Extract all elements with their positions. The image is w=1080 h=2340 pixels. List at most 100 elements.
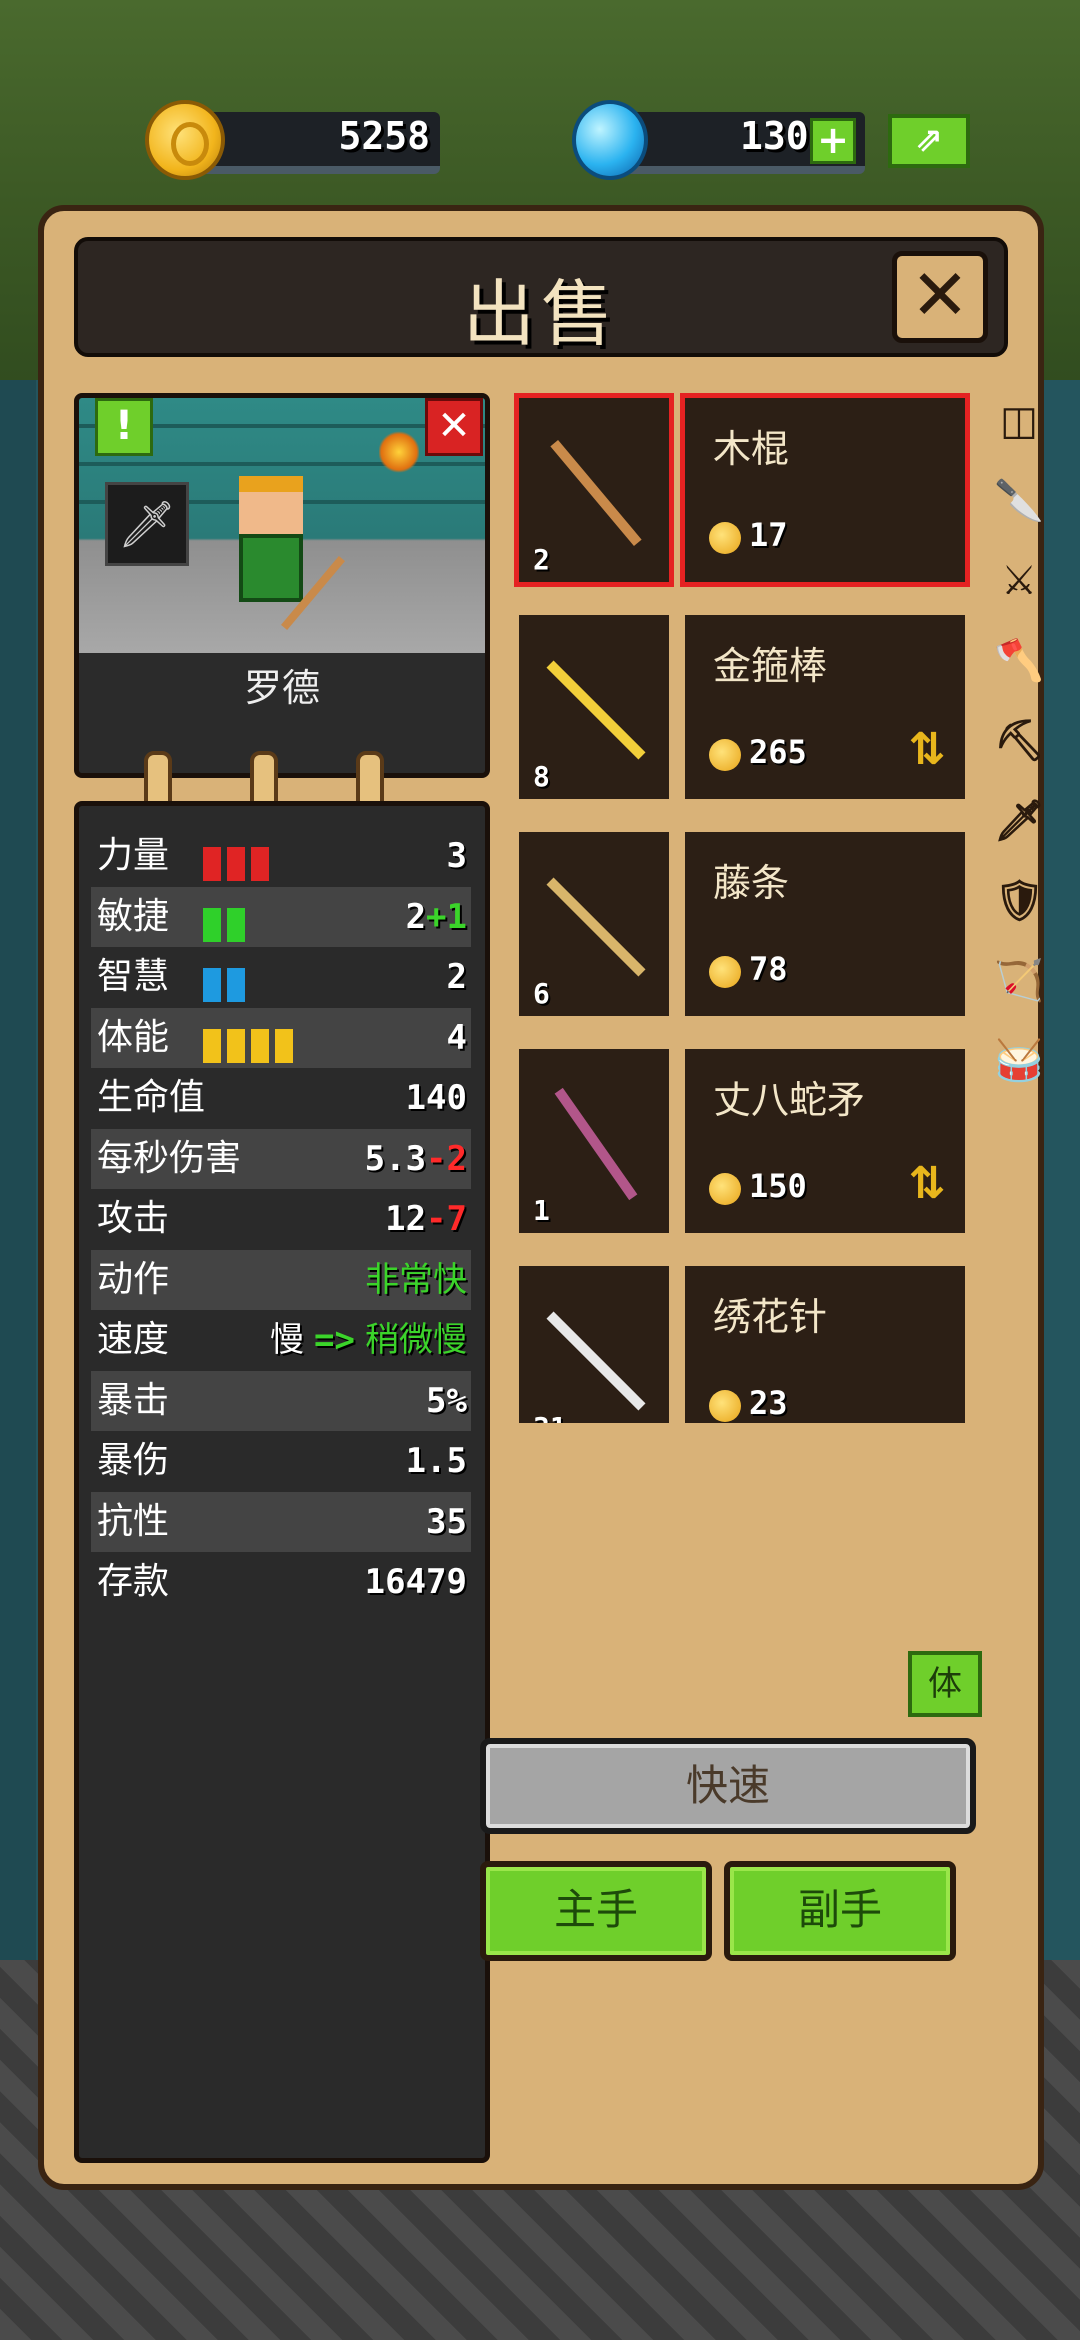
gem-icon: [572, 100, 648, 180]
stat-value: 2: [447, 947, 467, 1007]
stat-number: 3: [446, 836, 467, 876]
item-info-cell[interactable]: 木棍 17: [680, 393, 970, 587]
stat-pips: [203, 901, 251, 942]
filter-icon[interactable]: ⛏: [994, 713, 1045, 769]
item-quantity: 31: [533, 1411, 567, 1423]
stat-label: 攻击: [97, 1198, 170, 1239]
filter-icon[interactable]: ⚔: [994, 553, 1044, 609]
stat-value: 16479: [365, 1552, 467, 1612]
stat-number: 5%: [426, 1380, 467, 1421]
item-info-cell[interactable]: 金箍棒 265 ⇅: [680, 610, 970, 804]
gem-amount: 130: [740, 114, 809, 158]
item-icon-cell[interactable]: 2: [514, 393, 674, 587]
close-button[interactable]: ✕: [892, 251, 988, 343]
stat-label: 暴伤: [97, 1440, 170, 1481]
filter-icon[interactable]: 🛡: [994, 873, 1045, 929]
weapon-icon: [550, 439, 642, 547]
stat-pip: [227, 847, 245, 881]
add-gems-button[interactable]: +: [810, 118, 856, 164]
weapon-icon: [554, 1087, 638, 1201]
item-card[interactable]: 31 绣花针 23: [514, 1261, 974, 1423]
stat-label: 体能: [97, 1016, 170, 1058]
item-price: 23: [749, 1384, 788, 1422]
weapon-icon: [546, 877, 646, 977]
filter-icon[interactable]: 🪓: [994, 633, 1044, 689]
stat-row: 暴伤 1.5: [91, 1431, 471, 1491]
compare-icon[interactable]: ⇅: [907, 1157, 947, 1211]
coin-icon: [709, 1390, 741, 1422]
item-info-cell[interactable]: 绣花针 23: [680, 1261, 970, 1423]
item-price: 150: [749, 1167, 807, 1205]
item-card[interactable]: 8 金箍棒 265 ⇅: [514, 610, 974, 804]
filter-icon[interactable]: 🏹: [994, 953, 1044, 1009]
stat-value: 2+1: [406, 887, 467, 947]
stat-row: 敏捷 2+1: [91, 886, 471, 947]
compare-icon[interactable]: ⇅: [907, 723, 947, 777]
share-button[interactable]: ⇗: [888, 114, 970, 168]
item-name: 丈八蛇矛: [713, 1078, 866, 1122]
filter-icon[interactable]: 🗡: [994, 793, 1045, 849]
item-info-cell[interactable]: 丈八蛇矛 150 ⇅: [680, 1044, 970, 1238]
item-price: 17: [749, 516, 788, 554]
stat-pip: [203, 907, 221, 942]
item-icon-cell[interactable]: 6: [514, 827, 674, 1021]
item-list[interactable]: 2木棍178金箍棒265⇅6藤条781丈八蛇矛150⇅31绣花针231银箍棒13…: [514, 393, 976, 1423]
alert-button[interactable]: !: [95, 398, 153, 456]
quick-sell-button[interactable]: 快速: [480, 1738, 976, 1834]
stat-pip: [251, 847, 269, 881]
main-hand-button[interactable]: 主手: [480, 1861, 712, 1961]
stat-label: 生命值: [97, 1077, 206, 1118]
filter-icon[interactable]: 🥁: [994, 1033, 1044, 1089]
stat-number: 2: [446, 957, 467, 997]
item-card[interactable]: 2 木棍 17: [514, 393, 974, 587]
item-icon-cell[interactable]: 31: [514, 1261, 674, 1423]
coin-icon: [709, 739, 741, 771]
off-hand-button[interactable]: 副手: [724, 1861, 956, 1961]
stat-pip: [227, 907, 245, 942]
item-quantity: 2: [533, 543, 550, 576]
stat-pips: [203, 1022, 299, 1063]
unequip-button[interactable]: ✕: [425, 398, 483, 456]
stat-label: 暴击: [97, 1379, 170, 1421]
item-quantity: 6: [533, 977, 550, 1010]
stat-pip: [203, 1028, 221, 1063]
coin-icon: [709, 1173, 741, 1205]
stat-number: 1.5: [405, 1441, 467, 1481]
panel-title: 出售: [462, 272, 619, 356]
filter-icon[interactable]: ◫: [994, 393, 1044, 449]
stat-row: 力量 3: [91, 826, 471, 886]
stat-pip: [203, 968, 221, 1002]
stamina-sort-button[interactable]: 体: [908, 1651, 982, 1717]
stat-value: 5%: [426, 1371, 467, 1431]
item-info-cell[interactable]: 藤条 78: [680, 827, 970, 1021]
stat-delta: -7: [426, 1199, 467, 1239]
weapon-slot-icon[interactable]: 🗡: [105, 482, 189, 566]
item-name: 木棍: [713, 427, 790, 471]
stat-number: 稍微慢: [365, 1320, 467, 1360]
weapon-icon: [546, 1311, 646, 1411]
stat-value: 4: [447, 1008, 467, 1068]
stat-value: 35: [426, 1492, 467, 1552]
filter-icon[interactable]: 🔪: [994, 473, 1044, 529]
stat-number: 140: [405, 1078, 467, 1118]
item-card[interactable]: 1 丈八蛇矛 150 ⇅: [514, 1044, 974, 1238]
stat-label: 每秒伤害: [97, 1137, 242, 1179]
item-name: 藤条: [713, 861, 790, 905]
item-price: 265: [749, 733, 807, 771]
item-name: 绣花针: [713, 1295, 828, 1339]
stat-value: 慢 => 稍微慢: [270, 1310, 467, 1370]
item-icon-cell[interactable]: 1: [514, 1044, 674, 1238]
stat-bonus: +1: [426, 896, 467, 937]
weapon-icon: [546, 660, 646, 760]
item-icon-cell[interactable]: 8: [514, 610, 674, 804]
stat-pip: [227, 968, 245, 1002]
stat-row: 智慧 2: [91, 947, 471, 1007]
item-card[interactable]: 6 藤条 78: [514, 827, 974, 1021]
panel-header: 出售 ✕: [74, 237, 1008, 357]
stat-value: 12-7: [385, 1189, 467, 1249]
resource-bar: 5258 130 + ⇗: [0, 100, 1080, 190]
stat-pip: [275, 1028, 293, 1063]
hero-scene: ! ✕ 🗡: [79, 398, 485, 653]
stat-value: 非常快: [365, 1250, 467, 1310]
stat-row: 攻击 12-7: [91, 1189, 471, 1249]
